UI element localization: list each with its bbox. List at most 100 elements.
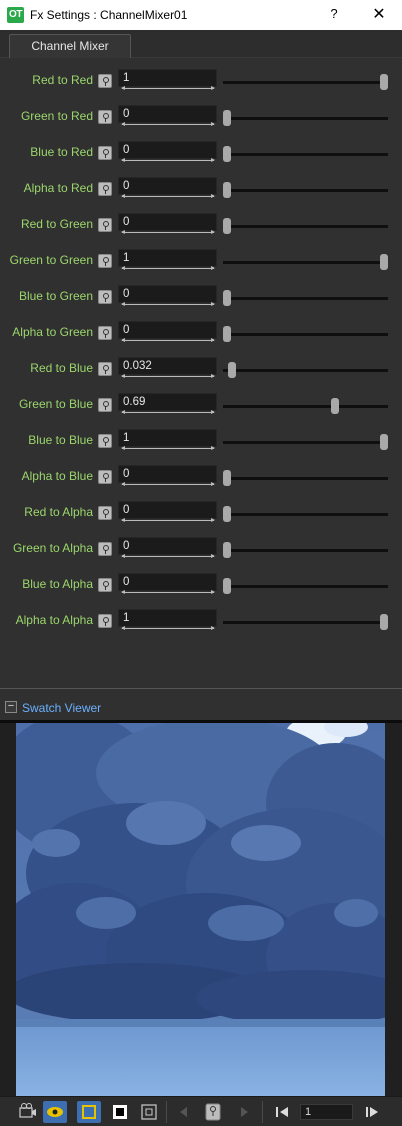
param-slider-track[interactable] (223, 513, 388, 516)
black-bg-icon[interactable] (108, 1101, 132, 1123)
param-value-field[interactable]: 0 (118, 141, 217, 159)
swatch-viewer[interactable] (0, 723, 402, 1096)
param-slider-thumb[interactable] (223, 146, 231, 162)
param-value-field[interactable]: 0 (118, 213, 217, 231)
checker-bg-icon[interactable] (137, 1101, 161, 1123)
param-value-field[interactable]: 1 (118, 249, 217, 267)
param-slider-thumb[interactable] (223, 290, 231, 306)
param-slider-track[interactable] (223, 549, 388, 552)
drag-value-arrow-icon[interactable] (121, 590, 215, 594)
param-slider-thumb[interactable] (223, 182, 231, 198)
drag-value-arrow-icon[interactable] (121, 374, 215, 378)
param-slider-track[interactable] (223, 81, 388, 84)
drag-value-arrow-icon[interactable] (121, 266, 215, 270)
keyframe-icon[interactable] (98, 218, 112, 232)
param-slider-track[interactable] (223, 153, 388, 156)
param-slider-thumb[interactable] (228, 362, 237, 378)
keyframe-icon[interactable] (98, 254, 112, 268)
collapse-toggle-button[interactable]: − (5, 701, 17, 713)
param-slider-thumb[interactable] (223, 542, 231, 558)
keyframe-icon[interactable] (98, 506, 112, 520)
drag-value-arrow-icon[interactable] (121, 122, 215, 126)
drag-value-arrow-icon[interactable] (121, 230, 215, 234)
prev-key-icon[interactable] (172, 1101, 196, 1123)
drag-value-arrow-icon[interactable] (121, 446, 215, 450)
param-value-field[interactable]: 0 (118, 465, 217, 483)
swatch-viewer-title[interactable]: Swatch Viewer (22, 701, 101, 715)
param-slider-track[interactable] (223, 297, 388, 300)
keyframe-icon[interactable] (98, 470, 112, 484)
drag-value-arrow-icon[interactable] (121, 518, 215, 522)
preview-image[interactable] (16, 723, 385, 1096)
param-slider-thumb[interactable] (223, 218, 231, 234)
keyframe-icon[interactable] (98, 74, 112, 88)
param-value-field[interactable]: 1 (118, 69, 217, 87)
next-frame-icon[interactable] (360, 1101, 384, 1123)
camera-icon[interactable] (15, 1101, 39, 1123)
param-slider-track[interactable] (223, 261, 388, 264)
drag-value-arrow-icon[interactable] (121, 482, 215, 486)
param-value-field[interactable]: 0.032 (118, 357, 217, 375)
drag-value-arrow-icon[interactable] (121, 554, 215, 558)
param-slider-track[interactable] (223, 441, 388, 444)
prev-frame-icon[interactable] (270, 1101, 294, 1123)
key-icon[interactable] (201, 1101, 225, 1123)
param-value-field[interactable]: 0 (118, 321, 217, 339)
param-slider-track[interactable] (223, 621, 388, 624)
close-button[interactable]: ✕ (370, 4, 388, 24)
param-slider-track[interactable] (223, 405, 388, 408)
param-row-red-to-green: Red to Green 0 (0, 208, 402, 238)
param-slider-thumb[interactable] (380, 74, 388, 90)
param-slider-thumb[interactable] (223, 578, 231, 594)
keyframe-icon[interactable] (98, 578, 112, 592)
keyframe-icon[interactable] (98, 434, 112, 448)
drag-value-arrow-icon[interactable] (121, 338, 215, 342)
help-button[interactable]: ? (326, 6, 342, 21)
param-label: Blue to Alpha (22, 577, 93, 591)
next-key-icon[interactable] (232, 1101, 256, 1123)
drag-value-arrow-icon[interactable] (121, 194, 215, 198)
param-slider-track[interactable] (223, 225, 388, 228)
param-slider-thumb[interactable] (380, 254, 388, 270)
param-slider-thumb[interactable] (380, 614, 388, 630)
param-value-field[interactable]: 0 (118, 573, 217, 591)
param-value-field[interactable]: 1 (118, 429, 217, 447)
keyframe-icon[interactable] (98, 398, 112, 412)
param-slider-thumb[interactable] (331, 398, 340, 414)
param-slider-thumb[interactable] (223, 110, 231, 126)
keyframe-icon[interactable] (98, 182, 112, 196)
param-value-field[interactable]: 0.69 (118, 393, 217, 411)
param-value-field[interactable]: 0 (118, 177, 217, 195)
param-value-field[interactable]: 0 (118, 105, 217, 123)
drag-value-arrow-icon[interactable] (121, 158, 215, 162)
keyframe-icon[interactable] (98, 362, 112, 376)
eye-icon[interactable] (43, 1101, 67, 1123)
param-slider-track[interactable] (223, 117, 388, 120)
param-slider-thumb[interactable] (380, 434, 388, 450)
keyframe-icon[interactable] (98, 542, 112, 556)
keyframe-icon[interactable] (98, 290, 112, 304)
param-slider-thumb[interactable] (223, 470, 231, 486)
param-slider-thumb[interactable] (223, 326, 231, 342)
drag-value-arrow-icon[interactable] (121, 410, 215, 414)
param-value-field[interactable]: 1 (118, 609, 217, 627)
preview-toggle-icon[interactable] (77, 1101, 101, 1123)
param-slider-track[interactable] (223, 333, 388, 336)
keyframe-icon[interactable] (98, 146, 112, 160)
keyframe-icon[interactable] (98, 110, 112, 124)
keyframe-icon[interactable] (98, 614, 112, 628)
drag-value-arrow-icon[interactable] (121, 86, 215, 90)
param-value-field[interactable]: 0 (118, 501, 217, 519)
drag-value-arrow-icon[interactable] (121, 302, 215, 306)
tab-channel-mixer[interactable]: Channel Mixer (9, 34, 131, 58)
param-slider-track[interactable] (223, 189, 388, 192)
param-slider-track[interactable] (223, 369, 388, 372)
param-value-field[interactable]: 0 (118, 537, 217, 555)
param-slider-track[interactable] (223, 477, 388, 480)
param-slider-thumb[interactable] (223, 506, 231, 522)
param-value-field[interactable]: 0 (118, 285, 217, 303)
keyframe-icon[interactable] (98, 326, 112, 340)
drag-value-arrow-icon[interactable] (121, 626, 215, 630)
frame-input[interactable]: 1 (300, 1104, 353, 1120)
param-slider-track[interactable] (223, 585, 388, 588)
